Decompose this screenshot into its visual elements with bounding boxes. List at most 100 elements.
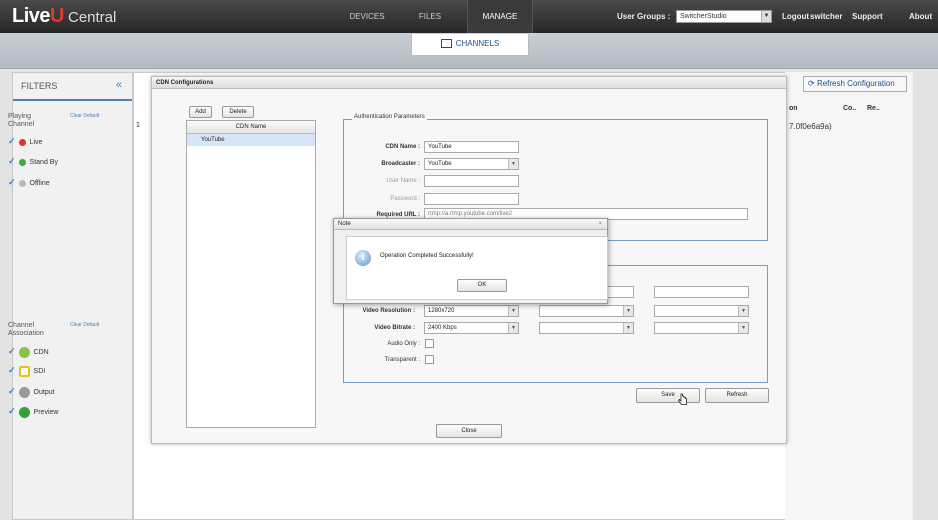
video-resolution-select-3[interactable]: ▼	[654, 305, 749, 317]
delete-button[interactable]: Delete	[222, 106, 254, 118]
stream-3-input[interactable]	[654, 286, 749, 298]
filter-cdn[interactable]: ✓ CDN	[8, 345, 49, 358]
cdn-name-label: CDN Name :	[385, 144, 420, 150]
column-header-on[interactable]: on	[789, 105, 798, 112]
refresh-configuration-label: Refresh Configuration	[816, 79, 895, 88]
video-resolution-select[interactable]: 1280x720 ▼	[424, 305, 519, 317]
filter-label: Live	[29, 139, 43, 146]
sdi-icon	[18, 365, 30, 377]
chevron-down-icon: ▼	[508, 306, 518, 316]
broadcaster-value: YouTube	[428, 161, 452, 167]
tab-channels-label: CHANNELS	[455, 39, 500, 48]
info-icon: i	[355, 250, 371, 266]
filter-live[interactable]: ✓ Live	[8, 135, 42, 147]
about-link[interactable]: About	[909, 0, 932, 33]
clear-link[interactable]: Clear	[70, 113, 82, 119]
chevron-down-icon: ▼	[761, 11, 771, 22]
audio-only-label: Audio Only :	[387, 341, 420, 347]
channels-icon	[440, 39, 452, 49]
default-link[interactable]: Default	[83, 322, 99, 328]
username: switcher	[810, 12, 843, 21]
filter-offline[interactable]: ✓ Offline	[8, 176, 50, 188]
filter-output[interactable]: ✓ Output	[8, 385, 55, 398]
chevron-down-icon: ▼	[738, 306, 748, 316]
transparent-label: Transparent :	[384, 357, 420, 363]
collapse-icon[interactable]: «	[116, 79, 122, 91]
filter-label: Preview	[33, 409, 59, 416]
chevron-down-icon: ▼	[623, 306, 633, 316]
filter-sdi[interactable]: ✓ SDI	[8, 364, 45, 377]
playing-channel-links: Clear Default	[70, 113, 130, 119]
channels-grid-right	[785, 72, 913, 520]
user-group-value: SwitcherStudio	[680, 13, 727, 20]
offline-status-icon	[18, 179, 26, 187]
refresh-configuration-button[interactable]: ⟳ Refresh Configuration	[803, 76, 907, 92]
channel-association-title: Channel Association	[8, 322, 44, 337]
filter-label: Offline	[29, 180, 50, 187]
column-header-co[interactable]: Co..	[843, 105, 856, 112]
logout-link[interactable]: Logout	[782, 0, 809, 33]
user-groups-label: User Groups :	[617, 12, 671, 21]
user-name-input[interactable]	[424, 175, 519, 187]
video-resolution-value: 1280x720	[428, 308, 455, 314]
save-button[interactable]: Save	[636, 388, 700, 403]
cdn-list: CDN Name YouTube	[186, 120, 316, 428]
cdn-name-column-header[interactable]: CDN Name	[187, 121, 315, 134]
clear-link[interactable]: Clear	[70, 322, 82, 328]
row-index: 1	[136, 122, 140, 129]
cdn-icon	[18, 346, 30, 358]
broadcaster-label: Broadcaster :	[381, 161, 420, 167]
video-bitrate-label: Video Bitrate :	[374, 325, 415, 331]
default-link[interactable]: Default	[83, 113, 99, 119]
user-group-select[interactable]: SwitcherStudio ▼	[676, 10, 772, 23]
close-button[interactable]: Close	[436, 424, 502, 438]
video-resolution-select-2[interactable]: ▼	[539, 305, 634, 317]
grid-cell-value: 7.0f0e6a9a)	[789, 122, 832, 131]
note-title-bar: Note ×	[334, 219, 607, 230]
cdn-list-item[interactable]: YouTube	[187, 134, 315, 146]
add-button[interactable]: Add	[189, 106, 212, 118]
nav-devices[interactable]: DEVICES	[338, 0, 396, 33]
password-label: Password :	[390, 196, 420, 202]
video-bitrate-select-2[interactable]: ▼	[539, 322, 634, 334]
liveu-logo[interactable]: LiveU Central	[12, 5, 116, 28]
user-name-label: User Name :	[386, 178, 420, 184]
video-resolution-label: Video Resolution :	[362, 308, 415, 314]
video-bitrate-select[interactable]: 2400 Kbps ▼	[424, 322, 519, 334]
filters-title: FILTERS	[21, 81, 58, 91]
check-icon: ✓	[8, 346, 16, 356]
note-body: i Operation Completed Successfully! OK	[346, 236, 608, 300]
dialog-title: CDN Configurations	[152, 77, 786, 89]
preview-icon	[18, 406, 30, 418]
chevron-down-icon: ▼	[623, 323, 633, 333]
cdn-name-input[interactable]: YouTube	[424, 141, 519, 153]
column-header-re[interactable]: Re..	[867, 105, 880, 112]
chevron-down-icon: ▼	[508, 323, 518, 333]
audio-only-checkbox[interactable]	[425, 339, 434, 348]
filter-label: Output	[33, 389, 55, 396]
chevron-down-icon: ▼	[508, 159, 518, 169]
live-status-icon	[18, 138, 26, 146]
broadcaster-select[interactable]: YouTube ▼	[424, 158, 519, 170]
close-icon[interactable]: ×	[598, 219, 602, 230]
top-bar: LiveU Central DEVICES FILES MANAGE User G…	[0, 0, 938, 33]
filter-preview[interactable]: ✓ Preview	[8, 405, 59, 418]
password-input[interactable]	[424, 193, 519, 205]
filters-header: FILTERS «	[13, 73, 132, 101]
tab-channels[interactable]: CHANNELS	[411, 34, 529, 56]
video-bitrate-select-3[interactable]: ▼	[654, 322, 749, 334]
ok-button[interactable]: OK	[457, 279, 507, 292]
transparent-checkbox[interactable]	[425, 355, 434, 364]
filter-label: CDN	[33, 349, 49, 356]
refresh-button[interactable]: Refresh	[705, 388, 769, 403]
refresh-icon: ⟳	[808, 79, 817, 88]
nav-files[interactable]: FILES	[408, 0, 452, 33]
filter-stand-by[interactable]: ✓ Stand By	[8, 155, 58, 167]
note-popup: Note × i Operation Completed Successfull…	[333, 218, 608, 304]
note-title: Note	[338, 221, 351, 227]
filter-label: Stand By	[29, 159, 58, 166]
playing-channel-title: Playing Channel	[8, 113, 35, 128]
nav-manage[interactable]: MANAGE	[467, 0, 533, 33]
check-icon: ✓	[8, 156, 16, 166]
support-link[interactable]: Support	[852, 0, 883, 33]
